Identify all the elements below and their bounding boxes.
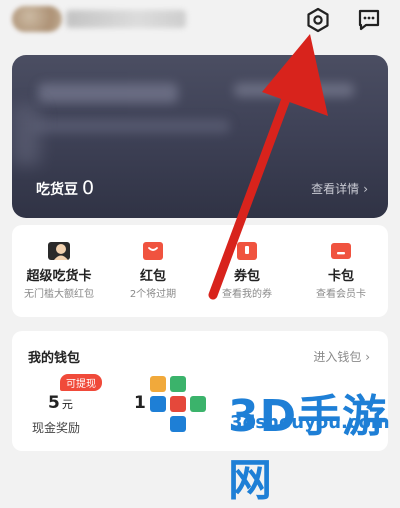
blurred-card-subtitle	[30, 119, 230, 133]
menu-item-label: 卡包	[327, 269, 354, 284]
beans-summary: 吃货豆 0	[36, 177, 94, 199]
blurred-card-info	[234, 83, 354, 97]
menu-item-subtitle: 查看我的券	[222, 289, 272, 300]
menu-item-subtitle: 2个将过期	[129, 289, 177, 300]
menu-item-super-card[interactable]: 超级吃货卡 无门槛大额红包	[12, 239, 106, 301]
menu-item-card-pack[interactable]: 卡包 查看会员卡	[294, 239, 388, 301]
card-pack-icon	[328, 239, 354, 263]
beans-value: 0	[82, 177, 95, 199]
watermark-url: 3dshouyou.com	[230, 412, 390, 433]
menu-item-label: 券包	[233, 269, 260, 284]
menu-item-subtitle: 查看会员卡	[316, 289, 366, 300]
withdrawable-badge: 可提现	[60, 374, 102, 391]
cash-amount: 5	[48, 393, 60, 413]
chevron-right-icon: ›	[365, 350, 370, 364]
watermark-brand: 3D手游网	[228, 391, 388, 506]
menu-item-label: 超级吃货卡	[26, 269, 92, 284]
menu-item-red-packet[interactable]: 红包 2个将过期	[106, 239, 200, 301]
view-details-label: 查看详情	[311, 182, 360, 196]
blurred-card-title	[38, 83, 178, 103]
menu-item-subtitle: 无门槛大额红包	[24, 289, 94, 300]
super-card-icon	[46, 239, 72, 263]
menu-item-coupon[interactable]: 券包 查看我的券	[200, 239, 294, 301]
beans-label: 吃货豆	[36, 182, 78, 198]
menu-item-label: 红包	[139, 269, 166, 284]
coupon-icon	[234, 239, 260, 263]
enter-wallet-label: 进入钱包	[313, 350, 362, 364]
enter-wallet-link[interactable]: 进入钱包 ›	[313, 348, 370, 365]
view-details-link[interactable]: 查看详情 ›	[311, 180, 368, 197]
message-icon[interactable]	[356, 7, 382, 33]
member-card[interactable]: 吃货豆 0 查看详情 ›	[12, 55, 388, 218]
user-name-blurred[interactable]	[66, 10, 186, 28]
cash-reward-label: 现金奖励	[32, 421, 81, 435]
red-packet-icon	[140, 239, 166, 263]
avatar[interactable]	[12, 6, 62, 32]
wallet-title: 我的钱包	[28, 351, 81, 366]
settings-gear-icon[interactable]	[305, 7, 331, 33]
chevron-right-icon: ›	[363, 182, 368, 196]
quick-menu: 超级吃货卡 无门槛大额红包 红包 2个将过期 券包 查看我的券 卡包 查看会员卡	[12, 225, 388, 317]
blurred-card-edge	[12, 105, 40, 165]
top-header	[0, 0, 400, 42]
cash-unit: 元	[61, 398, 73, 411]
cash-reward-value[interactable]: 5元	[48, 393, 73, 413]
